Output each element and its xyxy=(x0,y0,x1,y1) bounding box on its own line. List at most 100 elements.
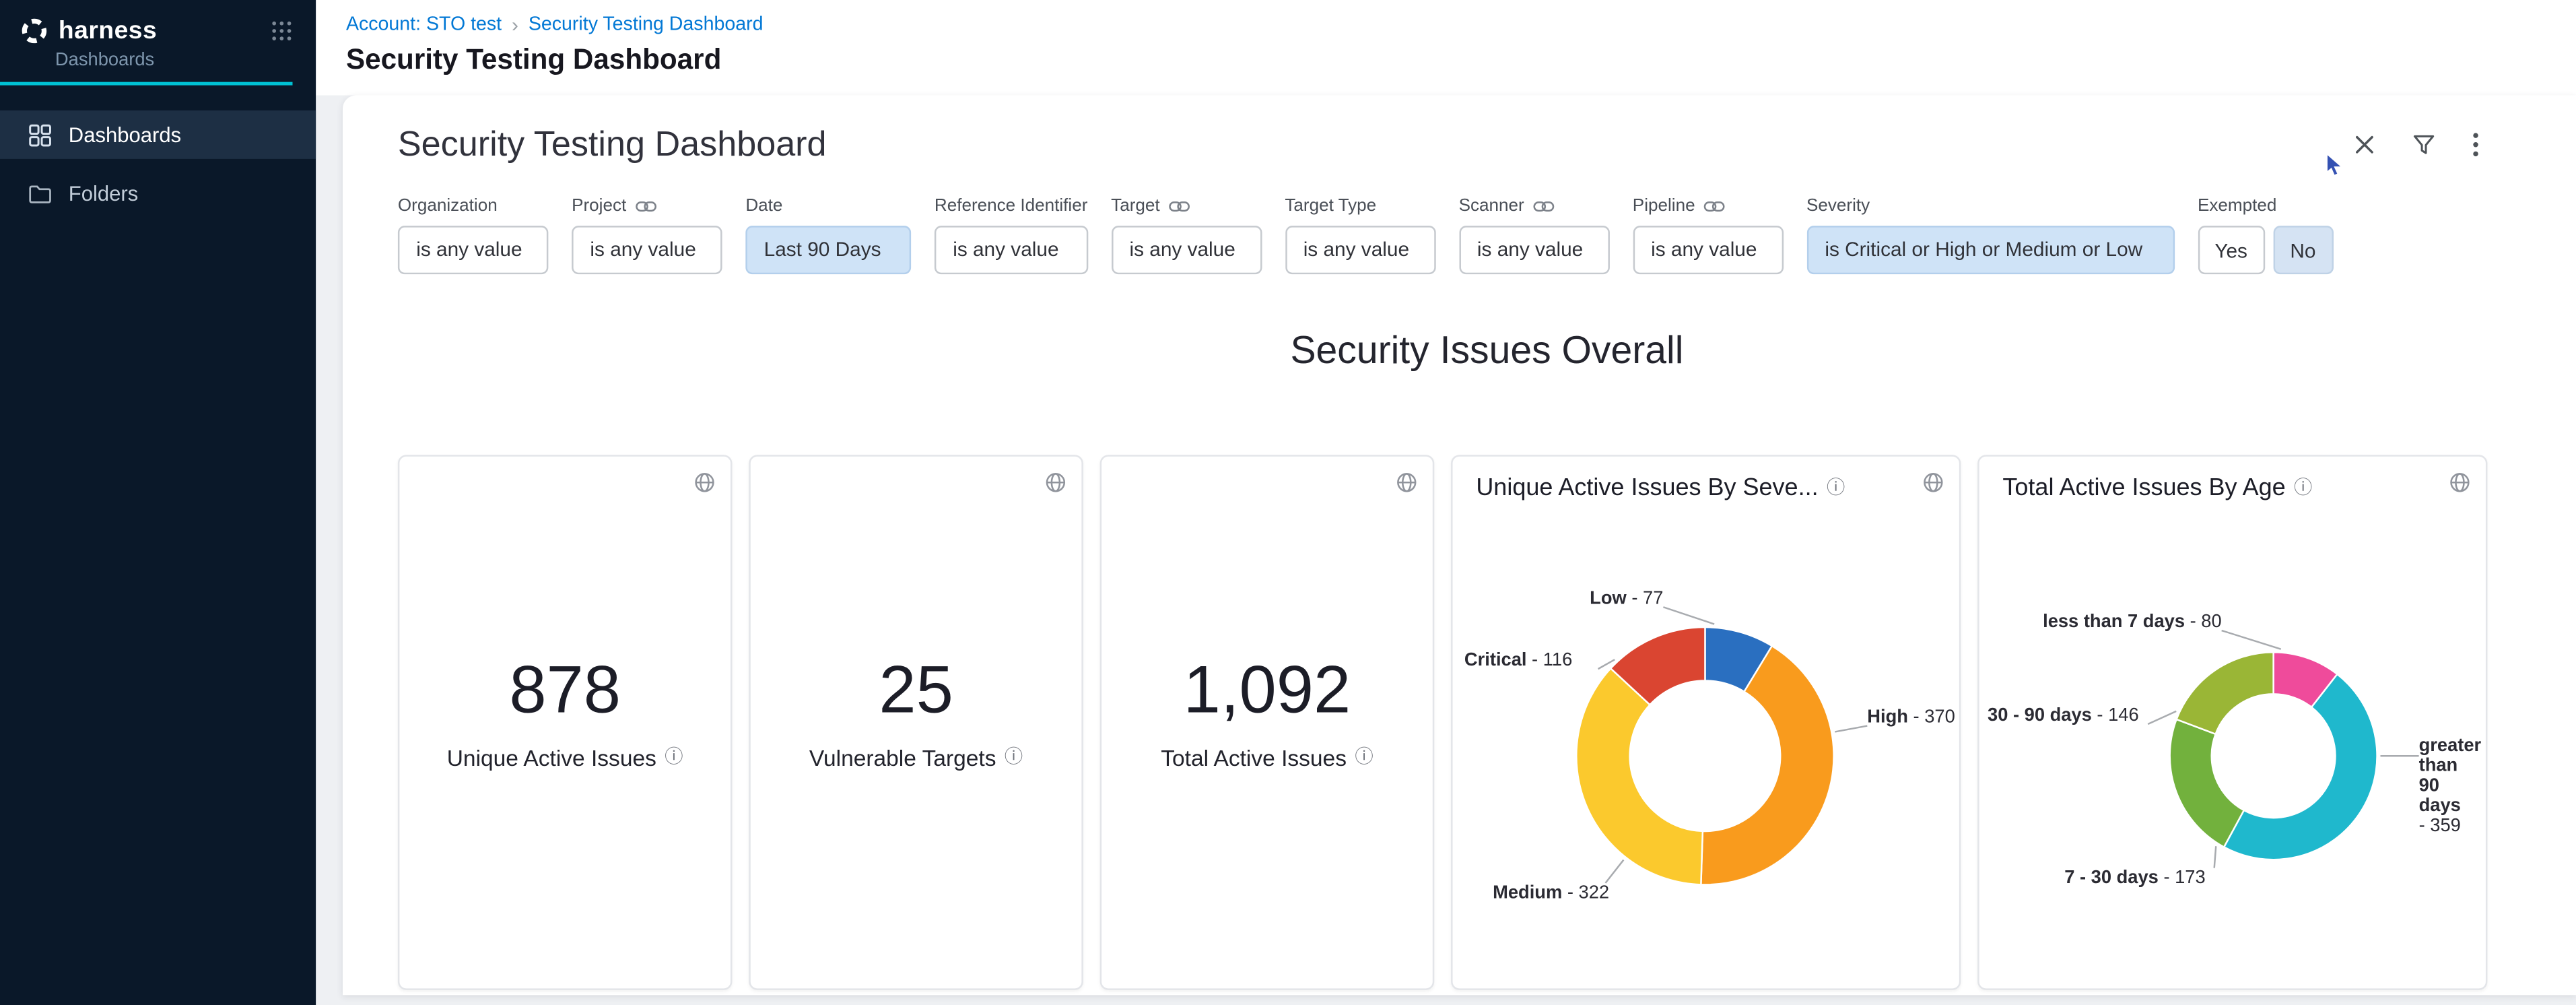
info-icon[interactable]: ⓘ xyxy=(665,749,683,767)
filter-organization: Organization is any value xyxy=(398,195,548,274)
stat-tile-unique-active-issues: 878 Unique Active Issues ⓘ xyxy=(398,455,733,990)
filter-scanner: Scanneris any value xyxy=(1459,195,1609,274)
filter-label: Organization xyxy=(398,195,498,216)
globe-icon[interactable] xyxy=(1396,472,1417,493)
sidebar-item-label: Folders xyxy=(69,181,139,205)
sidebar-item-folders[interactable]: Folders xyxy=(0,169,316,218)
link-icon xyxy=(1703,198,1725,213)
donut-slice-7-30-days[interactable] xyxy=(2170,719,2244,847)
donut-label-medium: Medium - 322 xyxy=(1493,881,1609,902)
filter-value-severity[interactable]: is Critical or High or Medium or Low xyxy=(1806,226,2174,274)
filter-target: Target is any value xyxy=(1111,195,1261,274)
chart-title: Unique Active Issues By Seve... xyxy=(1476,475,1818,502)
content-area: Security Testing Dashboard Organizationi… xyxy=(316,96,2576,1005)
filter-date: Date Last 90 Days xyxy=(745,195,911,274)
globe-icon[interactable] xyxy=(2449,472,2470,493)
chart-tile-total-active-issues-by-age: Total Active Issues By Age ⓘ less than 7 d… xyxy=(1977,455,2487,990)
section-title: Security Issues Overall xyxy=(398,328,2576,373)
dashboard-card: Security Testing Dashboard Organizationi… xyxy=(343,96,2576,996)
filter-icon[interactable] xyxy=(2412,134,2436,156)
info-icon[interactable]: ⓘ xyxy=(1005,749,1023,767)
donut-label-30-90-days: 30 - 90 days - 146 xyxy=(1988,704,2139,725)
donut-label-low: Low - 77 xyxy=(1590,587,1663,608)
stat-label: Total Active Issues xyxy=(1161,746,1347,771)
donut-slice-medium[interactable] xyxy=(1576,668,1703,884)
sidebar-item-label: Dashboards xyxy=(69,123,181,146)
donut-slice-greater-than-90-days[interactable] xyxy=(2224,674,2377,860)
stat-value: 878 xyxy=(399,654,731,730)
module-grid-icon[interactable] xyxy=(271,20,292,42)
donut-chart: less than 7 days - 80 greaterthan90days- … xyxy=(1979,502,2486,983)
sidebar-item-dashboards[interactable]: Dashboards xyxy=(0,110,316,159)
filter-value-project[interactable]: is any value xyxy=(572,226,722,274)
filter-value-reference-identifier[interactable]: is any value xyxy=(935,226,1088,274)
info-icon[interactable]: ⓘ xyxy=(1355,749,1373,767)
link-icon xyxy=(1168,198,1190,213)
sidebar-accent-divider xyxy=(0,82,292,86)
filter-project: Project is any value xyxy=(572,195,722,274)
info-icon[interactable]: ⓘ xyxy=(1827,479,1845,497)
stat-label: Vulnerable Targets xyxy=(809,746,996,771)
breadcrumb-account-link[interactable]: Account: STO test xyxy=(346,15,502,35)
info-icon[interactable]: ⓘ xyxy=(2294,479,2312,497)
page-title: Security Testing Dashboard xyxy=(346,44,2576,77)
donut-label-high: High - 370 xyxy=(1867,706,1955,727)
brand-name: harness xyxy=(59,17,157,45)
sidebar: harness Dashboards Dashboards Folders xyxy=(0,0,316,1005)
filter-value-organization[interactable]: is any value xyxy=(398,226,548,274)
stat-value: 1,092 xyxy=(1101,654,1433,730)
app-window: harness Dashboards Dashboards Folders xyxy=(0,0,2576,1005)
filter-value-scanner[interactable]: is any value xyxy=(1459,226,1609,274)
filter-severity: Severity is Critical or High or Medium or… xyxy=(1806,195,2174,274)
filter-exempted: ExemptedYesNo xyxy=(2198,195,2333,274)
harness-logo-icon xyxy=(20,17,48,45)
breadcrumb: Account: STO test › Security Testing Das… xyxy=(346,13,2576,37)
filter-label: Date xyxy=(745,195,782,216)
link-icon xyxy=(635,198,656,213)
stat-label: Unique Active Issues xyxy=(447,746,656,771)
filter-value-target[interactable]: is any value xyxy=(1111,226,1261,274)
sidebar-nav: Dashboards Folders xyxy=(0,110,316,228)
stat-value: 25 xyxy=(751,654,1082,730)
filter-value-target-type[interactable]: is any value xyxy=(1285,226,1435,274)
stat-tile-total-active-issues: 1,092 Total Active Issues ⓘ xyxy=(1100,455,1435,990)
globe-icon[interactable] xyxy=(1045,472,1066,493)
filter-label: Project xyxy=(572,195,626,216)
kebab-menu-icon[interactable] xyxy=(2472,132,2479,157)
donut-label-connector xyxy=(1835,726,1867,732)
filter-label: Reference Identifier xyxy=(935,195,1088,216)
donut-label-connector xyxy=(1663,607,1714,624)
donut-slice-30-90-days[interactable] xyxy=(2177,652,2274,734)
filter-toggle-no[interactable]: No xyxy=(2273,226,2333,274)
filter-label: Target xyxy=(1111,195,1159,216)
filter-toggle-yes[interactable]: Yes xyxy=(2198,226,2264,274)
donut-label-greater-than-90-days: greaterthan90days- 359 xyxy=(2419,734,2482,835)
donut-label-critical: Critical - 116 xyxy=(1464,649,1572,670)
sidebar-header: harness Dashboards xyxy=(0,0,316,70)
stat-tile-vulnerable-targets: 25 Vulnerable Targets ⓘ xyxy=(749,455,1083,990)
filter-value-date[interactable]: Last 90 Days xyxy=(745,226,911,274)
donut-label-connector xyxy=(2148,711,2176,724)
filter-label: Pipeline xyxy=(1633,195,1695,216)
page-header: Account: STO test › Security Testing Das… xyxy=(316,0,2576,96)
filter-bar: Organization is any value Project is any va… xyxy=(398,195,2576,274)
close-icon[interactable] xyxy=(2354,134,2375,156)
dashboard-actions xyxy=(2354,132,2479,157)
filter-label: Severity xyxy=(1806,195,1870,216)
breadcrumb-dashboard-link[interactable]: Security Testing Dashboard xyxy=(529,15,764,35)
globe-icon[interactable] xyxy=(693,472,715,493)
donut-label-connector xyxy=(2214,846,2216,868)
donut-label-less-than-7-days: less than 7 days - 80 xyxy=(2043,610,2222,631)
donut-label-connector xyxy=(1605,860,1623,883)
donut-chart: Low - 77 High - 370 Medium - 322 Critical -… xyxy=(1453,502,1959,983)
filter-value-pipeline[interactable]: is any value xyxy=(1633,226,1783,274)
filter-reference-identifier: Reference Identifier is any value xyxy=(935,195,1088,274)
globe-icon[interactable] xyxy=(1922,472,1944,493)
filter-label: Target Type xyxy=(1285,195,1376,216)
module-title: Dashboards xyxy=(55,50,293,70)
chart-title: Total Active Issues By Age xyxy=(2002,475,2285,502)
main-column: Account: STO test › Security Testing Das… xyxy=(316,0,2576,1005)
breadcrumb-separator-icon: › xyxy=(512,13,518,37)
mouse-cursor xyxy=(2326,154,2346,177)
folder-icon xyxy=(28,183,52,203)
